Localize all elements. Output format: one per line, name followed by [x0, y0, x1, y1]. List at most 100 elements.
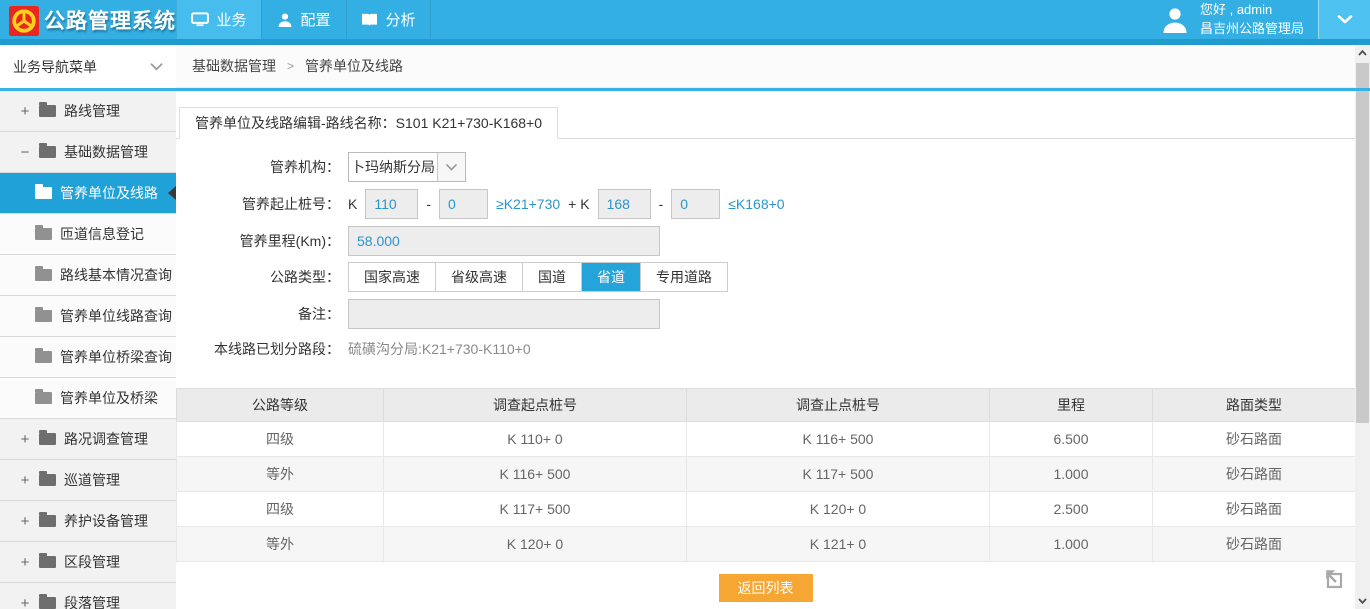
editor-tab-title: 管养单位及线路编辑-路线名称：S101 K21+730-K168+0 [195, 113, 542, 133]
app-title: 公路管理系统 [44, 5, 176, 35]
scroll-down-button[interactable] [1355, 593, 1370, 609]
sidebar-item[interactable]: −基础数据管理 [0, 132, 176, 173]
sidebar-item[interactable]: + 养护设备管理 [0, 501, 176, 542]
sidebar-item[interactable]: +巡道管理 [0, 460, 176, 501]
breadcrumb-item[interactable]: 基础数据管理 [192, 56, 276, 76]
sidebar-item[interactable]: 管养单位线路查询 [0, 296, 176, 337]
sidebar: 业务导航菜单 +路线管理−基础数据管理管养单位及线路匝道信息登记路线基本情况查询… [0, 45, 176, 609]
table-row[interactable]: 等外K 120+ 0K 121+ 01.000砂石路面 [177, 527, 1356, 562]
table-cell: K 117+ 500 [384, 492, 687, 527]
org-select[interactable]: 卜玛纳斯分局 [348, 152, 466, 182]
monitor-icon [191, 12, 209, 27]
sidebar-item-label: 养护设备管理 [64, 511, 148, 531]
road-type-option[interactable]: 省道 [582, 263, 641, 291]
active-item-notch [168, 186, 176, 200]
remark-input[interactable] [348, 299, 660, 329]
mileage-input[interactable] [348, 226, 660, 256]
sidebar-item-label: 段落管理 [64, 593, 120, 609]
main-content: 管养单位及线路编辑-路线名称：S101 K21+730-K168+0 管养机构：… [176, 91, 1355, 609]
breadcrumb-item[interactable]: 管养单位及线路 [305, 56, 403, 76]
sidebar-item[interactable]: 管养单位及线路 [0, 173, 176, 214]
table-cell: K 120+ 0 [384, 527, 687, 562]
folder-icon [39, 556, 56, 568]
sidebar-item-label: 管养单位线路查询 [60, 306, 172, 326]
sidebar-item[interactable]: +路线管理 [0, 91, 176, 132]
sidebar-item[interactable]: +区段管理 [0, 542, 176, 583]
expand-toggle-icon: + [19, 431, 31, 448]
sidebar-item[interactable]: + 段落管理 [0, 583, 176, 609]
folder-icon [35, 228, 52, 240]
sidebar-item[interactable]: 管养单位桥梁查询 [0, 337, 176, 378]
form-row-divided: 本线路已划分路段： 硫磺沟分局:K21+730-K110+0 [176, 339, 1355, 359]
avatar-icon [1160, 5, 1190, 35]
folder-icon [35, 392, 52, 404]
sidebar-item[interactable]: 管养单位及桥梁 [0, 378, 176, 419]
breadcrumb-separator: > [287, 59, 294, 73]
road-type-option[interactable]: 专用道路 [641, 263, 727, 291]
sidebar-item-label: 管养单位及桥梁 [60, 388, 158, 408]
table-column-header: 里程 [990, 389, 1153, 422]
table-column-header: 路面类型 [1153, 389, 1356, 422]
chevron-down-icon [1337, 15, 1353, 25]
sidebar-item[interactable]: 匝道信息登记 [0, 214, 176, 255]
scroll-up-button[interactable] [1355, 45, 1370, 61]
sidebar-item-label: 巡道管理 [64, 470, 120, 490]
end-m-input[interactable] [671, 189, 720, 219]
dash-separator: - [659, 196, 664, 212]
road-type-option[interactable]: 国道 [523, 263, 582, 291]
table-row[interactable]: 四级K 110+ 0K 116+ 5006.500砂石路面 [177, 422, 1356, 457]
table-cell: 砂石路面 [1153, 492, 1356, 527]
table-cell: K 116+ 500 [384, 457, 687, 492]
sidebar-item-label: 路况调查管理 [64, 429, 148, 449]
table-cell: 1.000 [990, 457, 1153, 492]
road-type-option[interactable]: 国家高速 [349, 263, 436, 291]
road-type-segmented-control: 国家高速省级高速国道省道专用道路 [348, 262, 728, 292]
table-row[interactable]: 四级K 117+ 500K 120+ 02.500砂石路面 [177, 492, 1356, 527]
nav-tab-label: 业务 [216, 9, 246, 30]
editor-tab[interactable]: 管养单位及线路编辑-路线名称：S101 K21+730-K168+0 [179, 107, 558, 139]
chevron-down-icon[interactable] [150, 63, 163, 71]
road-type-label: 公路类型： [176, 267, 340, 287]
sidebar-item[interactable]: 路线基本情况查询 [0, 255, 176, 296]
user-icon [277, 12, 293, 28]
nav-tab-3[interactable]: 分析 [346, 0, 431, 39]
topbar-dropdown-button[interactable] [1318, 0, 1370, 39]
start-m-input[interactable] [439, 189, 488, 219]
expand-toggle-icon: + [19, 103, 31, 120]
survey-table: 公路等级调查起点桩号调查止点桩号里程路面类型 四级K 110+ 0K 116+ … [176, 388, 1356, 562]
scrollbar-thumb[interactable] [1356, 63, 1369, 423]
folder-icon [39, 597, 56, 609]
folder-icon [39, 515, 56, 527]
org-select-value: 卜玛纳斯分局 [349, 153, 437, 181]
sidebar-item-label: 管养单位桥梁查询 [60, 347, 172, 367]
table-cell: K 117+ 500 [687, 457, 990, 492]
table-cell: 1.000 [990, 527, 1153, 562]
end-km-input[interactable] [598, 189, 651, 219]
table-row[interactable]: 等外K 116+ 500K 117+ 5001.000砂石路面 [177, 457, 1356, 492]
road-type-option[interactable]: 省级高速 [436, 263, 523, 291]
popout-icon[interactable] [1321, 565, 1347, 591]
chevron-down-icon [1358, 598, 1367, 604]
user-greeting: 您好 , admin [1200, 1, 1304, 19]
table-cell: K 116+ 500 [687, 422, 990, 457]
stake-prefix: K [348, 196, 357, 212]
sidebar-item[interactable]: + 路况调查管理 [0, 419, 176, 460]
org-label: 管养机构： [176, 157, 340, 177]
form-row-org: 管养机构： 卜玛纳斯分局 [176, 152, 1355, 182]
table-column-header: 调查止点桩号 [687, 389, 990, 422]
expand-toggle-icon: + [19, 595, 31, 609]
vertical-scrollbar[interactable] [1355, 45, 1370, 609]
back-to-list-button[interactable]: 返回列表 [719, 574, 813, 602]
nav-tab-2[interactable]: 配置 [261, 0, 346, 39]
expand-toggle-icon: − [19, 144, 31, 161]
remark-label: 备注： [176, 304, 340, 324]
start-km-input[interactable] [365, 189, 418, 219]
mileage-label: 管养里程(Km)： [176, 231, 340, 251]
table-cell: 等外 [177, 527, 384, 562]
nav-tab-label: 配置 [300, 9, 330, 30]
chevron-down-icon[interactable] [437, 153, 465, 181]
nav-tab-1[interactable]: 业务 [176, 0, 261, 39]
expand-toggle-icon: + [19, 513, 31, 530]
sidebar-item-label: 区段管理 [64, 552, 120, 572]
table-cell: 砂石路面 [1153, 527, 1356, 562]
